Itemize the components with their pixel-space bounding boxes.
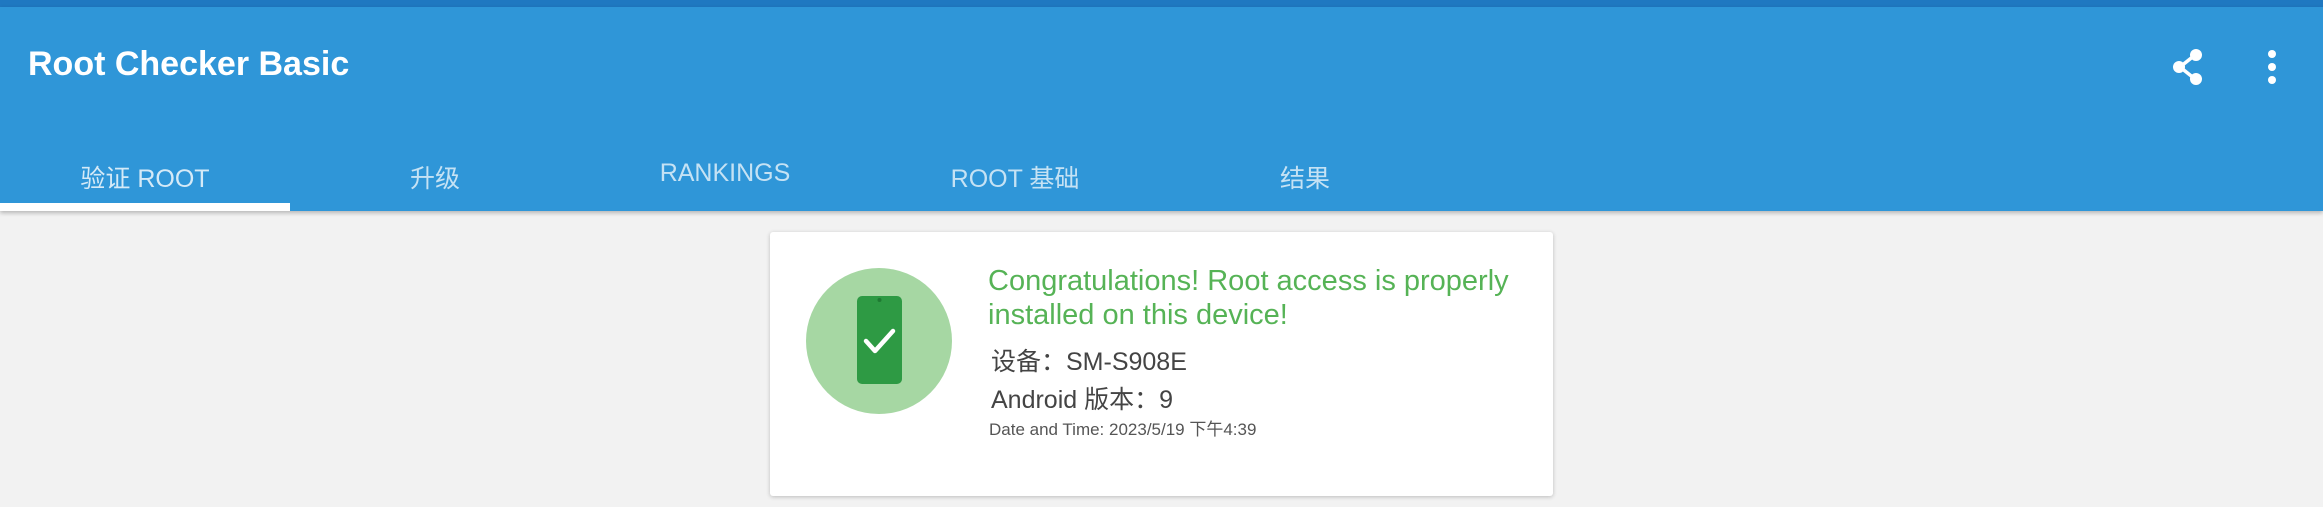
tab-results[interactable]: 结果 xyxy=(1160,137,1450,211)
active-tab-indicator xyxy=(0,203,290,211)
app-title: Root Checker Basic xyxy=(28,45,350,83)
tab-bar: 验证 ROOT 升级 RANKINGS ROOT 基础 结果 xyxy=(0,137,1452,211)
tab-upgrade[interactable]: 升级 xyxy=(290,137,580,211)
date-time: Date and Time: 2023/5/19 下午4:39 xyxy=(989,420,1257,439)
android-version: Android 版本：9 xyxy=(991,386,1174,414)
result-card: Congratulations! Root access is properly… xyxy=(770,232,1553,496)
app-bar: Root Checker Basic 验证 ROOT 升级 RANKINGS R… xyxy=(0,7,2323,211)
phone-check-icon xyxy=(806,268,952,414)
more-options-button[interactable] xyxy=(2250,45,2294,89)
device-model: 设备：SM-S908E xyxy=(991,348,1187,376)
more-vertical-icon xyxy=(2268,50,2276,84)
success-message: Congratulations! Root access is properly… xyxy=(988,265,1509,331)
share-icon xyxy=(2173,49,2202,85)
status-strip xyxy=(0,0,2323,7)
tab-root-basics[interactable]: ROOT 基础 xyxy=(870,137,1160,211)
share-button[interactable] xyxy=(2166,45,2210,89)
tab-verify-root[interactable]: 验证 ROOT xyxy=(0,137,290,211)
tab-rankings[interactable]: RANKINGS xyxy=(580,137,870,211)
